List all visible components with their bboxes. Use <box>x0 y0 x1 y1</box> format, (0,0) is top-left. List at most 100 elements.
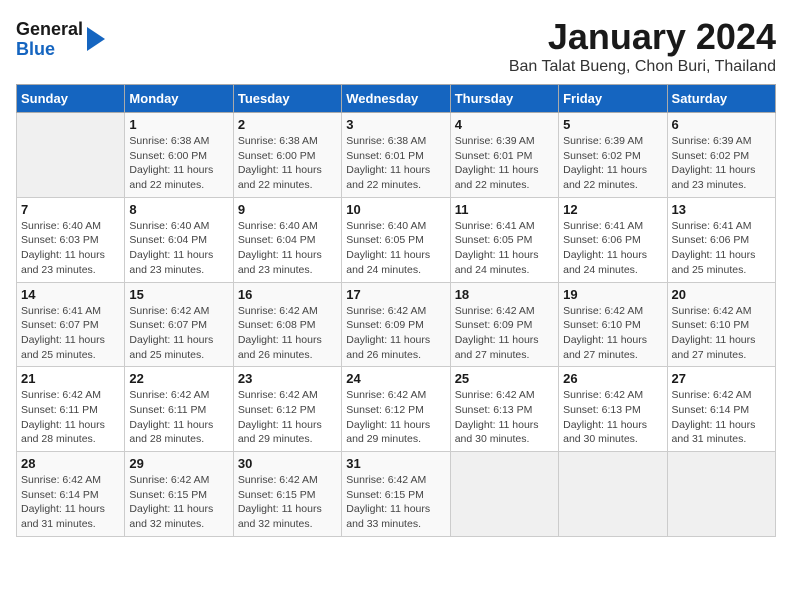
calendar-table: SundayMondayTuesdayWednesdayThursdayFrid… <box>16 84 776 537</box>
day-of-week-header: Saturday <box>667 85 775 113</box>
day-of-week-header: Tuesday <box>233 85 341 113</box>
day-number: 25 <box>455 371 554 386</box>
calendar-cell: 11 Sunrise: 6:41 AMSunset: 6:05 PMDayligh… <box>450 197 558 282</box>
calendar-cell <box>559 452 667 537</box>
day-info: Sunrise: 6:40 AMSunset: 6:03 PMDaylight:… <box>21 219 120 278</box>
logo-arrow-icon <box>87 27 105 51</box>
day-info: Sunrise: 6:42 AMSunset: 6:11 PMDaylight:… <box>21 388 120 447</box>
day-number: 11 <box>455 202 554 217</box>
calendar-cell: 21Sunrise: 6:42 AMSunset: 6:11 PMDayligh… <box>17 367 125 452</box>
calendar-cell: 27Sunrise: 6:42 AMSunset: 6:14 PMDayligh… <box>667 367 775 452</box>
day-number: 2 <box>238 117 337 132</box>
calendar-cell: 12 Sunrise: 6:41 AMSunset: 6:06 PMDayligh… <box>559 197 667 282</box>
day-info: Sunrise: 6:39 AMSunset: 6:02 PMDaylight:… <box>563 134 662 193</box>
day-number: 8 <box>129 202 228 217</box>
logo-general: General <box>16 20 83 40</box>
day-number: 4 <box>455 117 554 132</box>
calendar-week-row: 7Sunrise: 6:40 AMSunset: 6:03 PMDaylight… <box>17 197 776 282</box>
day-info: Sunrise: 6:42 AMSunset: 6:12 PMDaylight:… <box>238 388 337 447</box>
day-number: 16 <box>238 287 337 302</box>
calendar-cell: 6 Sunrise: 6:39 AMSunset: 6:02 PMDaylight… <box>667 113 775 198</box>
day-info: Sunrise: 6:42 AMSunset: 6:13 PMDaylight:… <box>455 388 554 447</box>
day-number: 9 <box>238 202 337 217</box>
day-info: Sunrise: 6:38 AMSunset: 6:01 PMDaylight:… <box>346 134 445 193</box>
calendar-cell: 7Sunrise: 6:40 AMSunset: 6:03 PMDaylight… <box>17 197 125 282</box>
calendar-cell: 15Sunrise: 6:42 AMSunset: 6:07 PMDayligh… <box>125 282 233 367</box>
day-of-week-header: Friday <box>559 85 667 113</box>
day-info: Sunrise: 6:42 AMSunset: 6:15 PMDaylight:… <box>346 473 445 532</box>
day-of-week-header: Sunday <box>17 85 125 113</box>
day-number: 26 <box>563 371 662 386</box>
calendar-cell: 20Sunrise: 6:42 AMSunset: 6:10 PMDayligh… <box>667 282 775 367</box>
calendar-cell: 2 Sunrise: 6:38 AMSunset: 6:00 PMDaylight… <box>233 113 341 198</box>
calendar-cell: 16 Sunrise: 6:42 AMSunset: 6:08 PMDayligh… <box>233 282 341 367</box>
day-number: 15 <box>129 287 228 302</box>
page-header: General Blue January 2024 Ban Talat Buen… <box>16 16 776 76</box>
day-of-week-header: Thursday <box>450 85 558 113</box>
page-title: January 2024 <box>509 16 776 58</box>
day-number: 31 <box>346 456 445 471</box>
day-info: Sunrise: 6:42 AMSunset: 6:09 PMDaylight:… <box>346 304 445 363</box>
calendar-cell: 1 Sunrise: 6:38 AMSunset: 6:00 PMDaylight… <box>125 113 233 198</box>
day-info: Sunrise: 6:40 AMSunset: 6:04 PMDaylight:… <box>129 219 228 278</box>
day-number: 22 <box>129 371 228 386</box>
day-info: Sunrise: 6:42 AMSunset: 6:13 PMDaylight:… <box>563 388 662 447</box>
calendar-cell: 22 Sunrise: 6:42 AMSunset: 6:11 PMDayligh… <box>125 367 233 452</box>
calendar-cell: 10Sunrise: 6:40 AMSunset: 6:05 PMDayligh… <box>342 197 450 282</box>
day-info: Sunrise: 6:42 AMSunset: 6:09 PMDaylight:… <box>455 304 554 363</box>
day-number: 13 <box>672 202 771 217</box>
day-number: 24 <box>346 371 445 386</box>
day-number: 17 <box>346 287 445 302</box>
day-info: Sunrise: 6:42 AMSunset: 6:15 PMDaylight:… <box>129 473 228 532</box>
calendar-cell: 24 Sunrise: 6:42 AMSunset: 6:12 PMDayligh… <box>342 367 450 452</box>
day-number: 18 <box>455 287 554 302</box>
day-info: Sunrise: 6:41 AMSunset: 6:06 PMDaylight:… <box>563 219 662 278</box>
page-subtitle: Ban Talat Bueng, Chon Buri, Thailand <box>509 58 776 76</box>
calendar-cell: 26 Sunrise: 6:42 AMSunset: 6:13 PMDayligh… <box>559 367 667 452</box>
day-number: 19 <box>563 287 662 302</box>
day-number: 14 <box>21 287 120 302</box>
calendar-cell: 31 Sunrise: 6:42 AMSunset: 6:15 PMDayligh… <box>342 452 450 537</box>
day-info: Sunrise: 6:41 AMSunset: 6:07 PMDaylight:… <box>21 304 120 363</box>
day-number: 23 <box>238 371 337 386</box>
logo-blue: Blue <box>16 40 83 60</box>
day-number: 1 <box>129 117 228 132</box>
day-info: Sunrise: 6:40 AMSunset: 6:04 PMDaylight:… <box>238 219 337 278</box>
calendar-week-row: 14 Sunrise: 6:41 AMSunset: 6:07 PMDayligh… <box>17 282 776 367</box>
day-info: Sunrise: 6:42 AMSunset: 6:08 PMDaylight:… <box>238 304 337 363</box>
calendar-cell: 4 Sunrise: 6:39 AMSunset: 6:01 PMDaylight… <box>450 113 558 198</box>
calendar-week-row: 21Sunrise: 6:42 AMSunset: 6:11 PMDayligh… <box>17 367 776 452</box>
day-info: Sunrise: 6:42 AMSunset: 6:14 PMDaylight:… <box>672 388 771 447</box>
day-info: Sunrise: 6:41 AMSunset: 6:05 PMDaylight:… <box>455 219 554 278</box>
day-info: Sunrise: 6:42 AMSunset: 6:14 PMDaylight:… <box>21 473 120 532</box>
calendar-cell: 8 Sunrise: 6:40 AMSunset: 6:04 PMDaylight… <box>125 197 233 282</box>
calendar-cell: 28 Sunrise: 6:42 AMSunset: 6:14 PMDayligh… <box>17 452 125 537</box>
calendar-week-row: 28 Sunrise: 6:42 AMSunset: 6:14 PMDayligh… <box>17 452 776 537</box>
day-number: 29 <box>129 456 228 471</box>
day-number: 10 <box>346 202 445 217</box>
day-info: Sunrise: 6:39 AMSunset: 6:01 PMDaylight:… <box>455 134 554 193</box>
day-info: Sunrise: 6:42 AMSunset: 6:11 PMDaylight:… <box>129 388 228 447</box>
calendar-cell: 13 Sunrise: 6:41 AMSunset: 6:06 PMDayligh… <box>667 197 775 282</box>
day-number: 12 <box>563 202 662 217</box>
calendar-cell: 14 Sunrise: 6:41 AMSunset: 6:07 PMDayligh… <box>17 282 125 367</box>
calendar-cell: 19 Sunrise: 6:42 AMSunset: 6:10 PMDayligh… <box>559 282 667 367</box>
day-number: 5 <box>563 117 662 132</box>
day-info: Sunrise: 6:38 AMSunset: 6:00 PMDaylight:… <box>129 134 228 193</box>
day-info: Sunrise: 6:42 AMSunset: 6:10 PMDaylight:… <box>563 304 662 363</box>
calendar-cell: 3 Sunrise: 6:38 AMSunset: 6:01 PMDaylight… <box>342 113 450 198</box>
calendar-cell: 23 Sunrise: 6:42 AMSunset: 6:12 PMDayligh… <box>233 367 341 452</box>
day-info: Sunrise: 6:38 AMSunset: 6:00 PMDaylight:… <box>238 134 337 193</box>
day-info: Sunrise: 6:39 AMSunset: 6:02 PMDaylight:… <box>672 134 771 193</box>
day-number: 20 <box>672 287 771 302</box>
day-info: Sunrise: 6:42 AMSunset: 6:12 PMDaylight:… <box>346 388 445 447</box>
calendar-cell: 30Sunrise: 6:42 AMSunset: 6:15 PMDayligh… <box>233 452 341 537</box>
day-info: Sunrise: 6:41 AMSunset: 6:06 PMDaylight:… <box>672 219 771 278</box>
day-number: 6 <box>672 117 771 132</box>
day-number: 3 <box>346 117 445 132</box>
calendar-cell: 18 Sunrise: 6:42 AMSunset: 6:09 PMDayligh… <box>450 282 558 367</box>
day-of-week-header: Monday <box>125 85 233 113</box>
calendar-cell: 25 Sunrise: 6:42 AMSunset: 6:13 PMDayligh… <box>450 367 558 452</box>
calendar-cell <box>450 452 558 537</box>
day-number: 28 <box>21 456 120 471</box>
